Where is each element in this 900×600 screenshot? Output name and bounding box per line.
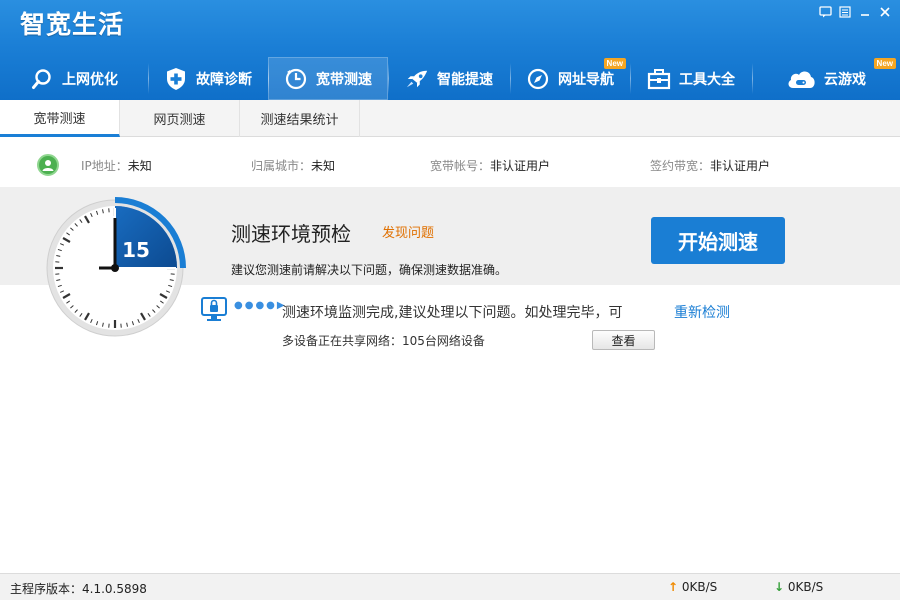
start-speed-test-button[interactable]: 开始测速 [651, 217, 785, 264]
nav-item-web-navigation[interactable]: 网址导航 New [510, 57, 630, 100]
nav-item-cloud-gaming[interactable]: 云游戏 New [752, 57, 900, 100]
account-info: 宽带帐号：非认证用户 [430, 157, 550, 174]
result-message: 测速环境监测完成,建议处理以下问题。如处理完毕，可 [282, 305, 623, 321]
feedback-icon[interactable] [816, 4, 834, 20]
sub-tabs: 宽带测速 网页测速 测速结果统计 [0, 100, 900, 137]
precheck-title: 测速环境预检 [231, 222, 351, 246]
app-title: 智宽生活 [20, 10, 125, 39]
compass-icon [526, 67, 550, 91]
account-label: 宽带帐号： [430, 159, 491, 173]
view-button[interactable]: 查看 [592, 330, 655, 350]
nav-item-label: 宽带测速 [316, 71, 372, 88]
nav-item-toolbox[interactable]: 工具大全 [630, 57, 752, 100]
precheck-hint: 建议您测速前请解决以下问题，确保测速数据准确。 [231, 263, 508, 277]
tab-broadband-speed[interactable]: 宽带测速 [0, 100, 120, 137]
nav-item-label: 智能提速 [437, 71, 493, 88]
search-icon [30, 67, 54, 91]
title-bar: 智宽生活 上网优化 故障诊断 宽带测速 智能提速 网址导航 New 工具大全 云… [0, 0, 900, 100]
account-info-row: IP地址：未知 归属城市：未知 宽带帐号：非认证用户 签约带宽：非认证用户 [0, 138, 900, 187]
nav-item-label: 上网优化 [62, 71, 118, 88]
nav-item-smart-boost[interactable]: 智能提速 [388, 57, 510, 100]
network-lock-icon [199, 296, 229, 325]
new-badge: New [603, 58, 626, 69]
ip-value: 未知 [127, 159, 152, 173]
nav-item-network-optimize[interactable]: 上网优化 [0, 57, 148, 100]
ip-label: IP地址： [81, 159, 128, 173]
close-icon[interactable] [876, 4, 894, 20]
nav-item-label: 工具大全 [679, 71, 735, 88]
progress-dots-icon: ●●●●▶ [234, 300, 287, 311]
city-value: 未知 [311, 159, 336, 173]
status-bar: 主程序版本：4.1.0.5898 ↑ 0KB/S ↓ 0KB/S [0, 573, 900, 600]
countdown-clock: 15 [44, 196, 190, 345]
minimize-icon[interactable] [856, 4, 874, 20]
bandwidth-info: 签约带宽：非认证用户 [650, 157, 770, 174]
bandwidth-value: 非认证用户 [710, 159, 771, 173]
speed-clock-icon [284, 67, 308, 91]
upload-value: 0KB/S [681, 580, 718, 594]
city-label: 归属城市： [251, 159, 312, 173]
upload-speed: ↑ 0KB/S [668, 580, 717, 594]
bandwidth-label: 签约带宽： [650, 159, 711, 173]
nav-item-label: 网址导航 [558, 71, 614, 88]
nav-item-label: 故障诊断 [196, 71, 252, 88]
nav-item-speed-test[interactable]: 宽带测速 [268, 57, 388, 100]
nav-item-label: 云游戏 [824, 71, 866, 88]
download-value: 0KB/S [787, 580, 824, 594]
shield-plus-icon [164, 67, 188, 91]
toolbox-icon [647, 67, 671, 91]
shared-devices-text: 多设备正在共享网络：105台网络设备 [282, 334, 485, 348]
issue-found-link[interactable]: 发现问题 [382, 222, 434, 241]
cloud-gamepad-icon [786, 67, 816, 91]
new-badge: New [873, 58, 896, 69]
tab-webpage-speed[interactable]: 网页测速 [120, 100, 240, 137]
version-text: 主程序版本：4.1.0.5898 [10, 582, 147, 596]
countdown-value: 15 [122, 238, 150, 262]
nav-item-diagnosis[interactable]: 故障诊断 [148, 57, 268, 100]
main-nav: 上网优化 故障诊断 宽带测速 智能提速 网址导航 New 工具大全 云游戏 Ne… [0, 57, 900, 100]
city-info: 归属城市：未知 [251, 157, 335, 174]
upload-arrow-icon: ↑ [668, 580, 679, 594]
account-value: 非认证用户 [490, 159, 551, 173]
rocket-icon [405, 67, 429, 91]
user-icon [37, 154, 59, 176]
download-arrow-icon: ↓ [774, 580, 785, 594]
recheck-link[interactable]: 重新检测 [674, 302, 730, 322]
menu-icon[interactable] [836, 4, 854, 20]
download-speed: ↓ 0KB/S [774, 580, 823, 594]
tab-speed-statistics[interactable]: 测速结果统计 [240, 100, 360, 137]
ip-info: IP地址：未知 [81, 157, 152, 174]
